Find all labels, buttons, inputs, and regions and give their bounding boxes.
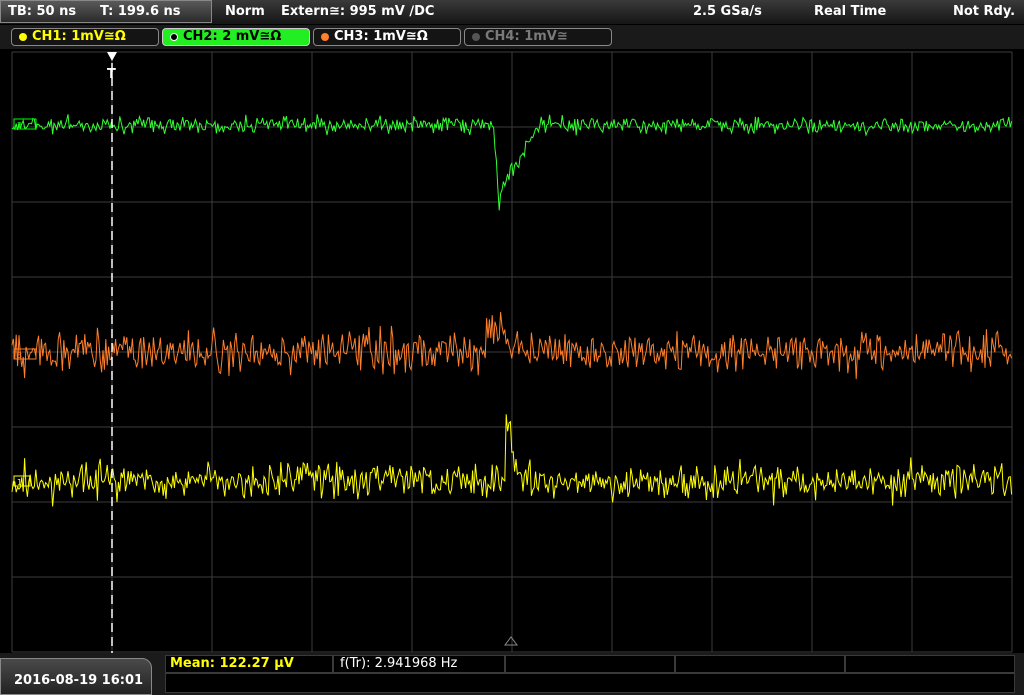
run-state-label: Not Rdy. — [953, 4, 1016, 19]
channel-ch1-button[interactable]: CH1: 1mV≅Ω — [11, 28, 159, 46]
measurement-row-2 — [165, 673, 1015, 693]
ch3-label: CH3: 1mV≅Ω — [334, 29, 428, 44]
svg-text:2: 2 — [17, 121, 22, 130]
measurement-mean-cell[interactable]: Mean: 122.27 µV — [165, 655, 333, 673]
trigger-mode-label[interactable]: Norm — [225, 5, 265, 19]
svg-text:3: 3 — [17, 351, 22, 360]
trigger-source-label[interactable]: Extern≅: 995 mV ∕DC — [281, 5, 434, 19]
timebase-label[interactable]: TB: 50 ns — [8, 5, 76, 19]
graticule — [11, 51, 1013, 653]
trigger-marker-icon[interactable]: T — [107, 52, 117, 82]
measurement-empty-cell-3[interactable] — [845, 655, 1015, 673]
measurement-empty-cell-1[interactable] — [505, 655, 675, 673]
ch2-dot-icon — [170, 33, 178, 41]
ch2-label: CH2: 2 mV≅Ω — [183, 29, 282, 44]
channel-ch3-button[interactable]: CH3: 1mV≅Ω — [313, 28, 461, 46]
waveform-display[interactable]: T 2 3 1 — [0, 49, 1024, 653]
ch1-ground-marker-icon[interactable]: 1 — [13, 475, 31, 487]
channel-ch4-button[interactable]: CH4: 1mV≅ — [464, 28, 612, 46]
trigger-time-label[interactable]: T: 199.6 ns — [100, 5, 181, 19]
ch1-dot-icon — [19, 33, 27, 41]
frequency-value-label: f(Tr): 2.941968 Hz — [340, 656, 458, 671]
mean-value-label: Mean: 122.27 µV — [170, 656, 294, 671]
sample-rate-label: 2.5 GSa/s — [693, 4, 762, 19]
ch4-label: CH4: 1mV≅ — [485, 29, 568, 44]
datetime-label: 2016-08-19 16:01 — [14, 673, 144, 688]
channel-ch2-button[interactable]: CH2: 2 mV≅Ω — [162, 28, 310, 46]
ch4-dot-icon — [472, 33, 480, 41]
acquisition-mode-label: Real Time — [814, 4, 887, 19]
datetime-box: 2016-08-19 16:01 — [0, 658, 152, 695]
channel-bar: CH1: 1mV≅Ω CH2: 2 mV≅Ω CH3: 1mV≅Ω CH4: 1… — [0, 25, 1024, 49]
trigger-position-icon — [504, 636, 518, 646]
waveform-canvas[interactable]: T 2 3 1 — [0, 49, 1024, 653]
status-bar: TB: 50 ns T: 199.6 ns Norm Extern≅: 995 … — [0, 0, 1024, 24]
measurement-empty-cell-2[interactable] — [675, 655, 845, 673]
svg-text:T: T — [107, 67, 116, 82]
ch3-dot-icon — [321, 33, 329, 41]
svg-text:1: 1 — [17, 478, 22, 487]
ch1-label: CH1: 1mV≅Ω — [32, 29, 126, 44]
measurement-frequency-cell[interactable]: f(Tr): 2.941968 Hz — [333, 655, 505, 673]
